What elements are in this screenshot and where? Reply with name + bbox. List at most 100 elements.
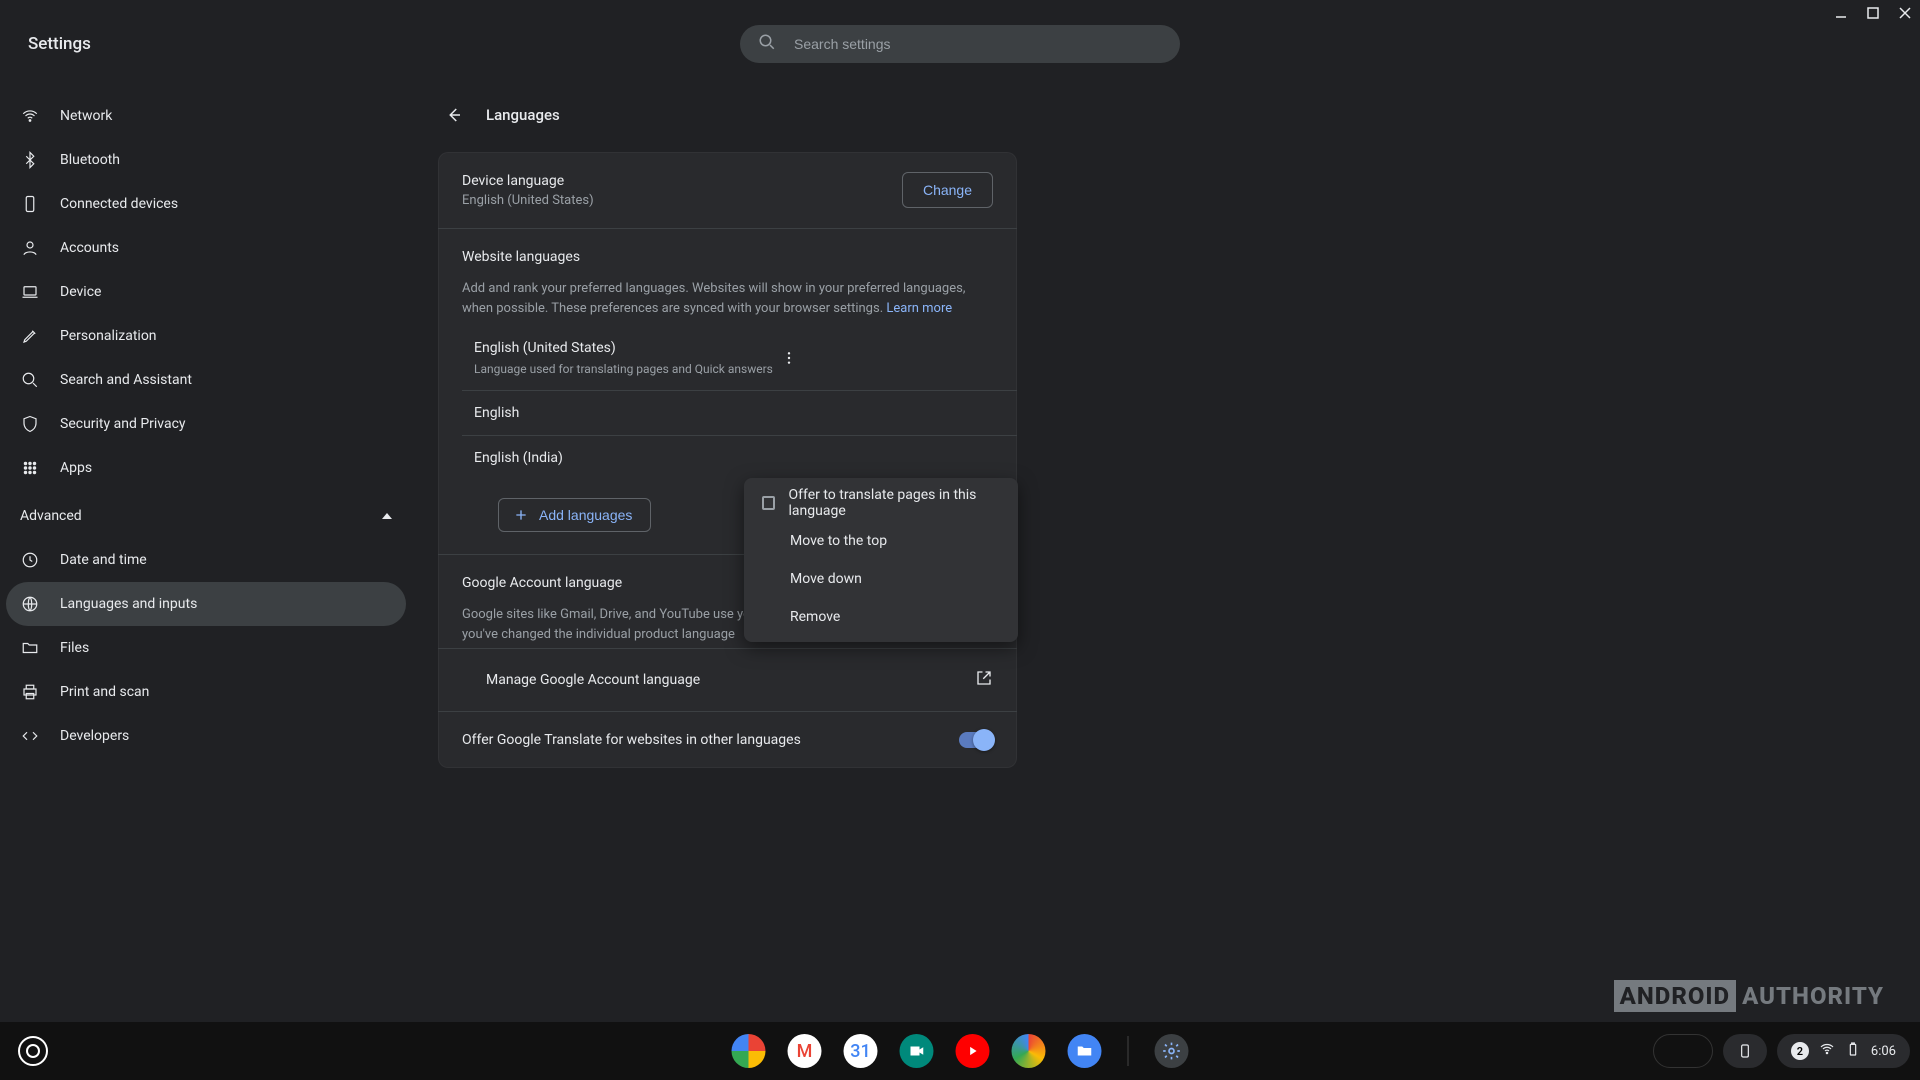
website-languages-title: Website languages [462, 249, 993, 265]
sidebar-item-label: Apps [60, 460, 92, 476]
laptop-icon [20, 282, 40, 302]
sidebar-item-label: Security and Privacy [60, 416, 186, 432]
sidebar-item-label: Device [60, 284, 101, 300]
sidebar-item-date-time[interactable]: Date and time [6, 538, 406, 582]
sidebar-item-security[interactable]: Security and Privacy [6, 402, 406, 446]
search-input[interactable] [792, 35, 1162, 53]
language-name: English (India) [474, 450, 563, 466]
menu-item-remove[interactable]: Remove [744, 598, 1018, 636]
sidebar-item-search-assistant[interactable]: Search and Assistant [6, 358, 406, 402]
shelf-separator [1128, 1036, 1129, 1066]
photos-app[interactable] [1012, 1034, 1046, 1068]
sidebar-item-label: Accounts [60, 240, 119, 256]
meet-app[interactable] [900, 1034, 934, 1068]
external-link-icon [975, 669, 993, 691]
learn-more-link[interactable]: Learn more [886, 301, 952, 316]
notification-badge: 2 [1791, 1042, 1809, 1060]
website-languages-desc: Add and rank your preferred languages. W… [462, 279, 993, 318]
menu-item-offer-translate[interactable]: Offer to translate pages in this languag… [744, 484, 1018, 522]
youtube-app[interactable] [956, 1034, 990, 1068]
phone-icon [20, 194, 40, 214]
sidebar-item-print-scan[interactable]: Print and scan [6, 670, 406, 714]
menu-item-label: Remove [790, 609, 840, 625]
bluetooth-icon [20, 150, 40, 170]
offer-translate-toggle[interactable] [959, 732, 993, 748]
person-icon [20, 238, 40, 258]
sidebar-item-label: Print and scan [60, 684, 149, 700]
grid-icon [20, 458, 40, 478]
printer-icon [20, 682, 40, 702]
sidebar-item-label: Date and time [60, 552, 147, 568]
sidebar-item-bluetooth[interactable]: Bluetooth [6, 138, 406, 182]
search-icon [758, 33, 776, 55]
sidebar-item-label: Personalization [60, 328, 157, 344]
sidebar-item-developers[interactable]: Developers [6, 714, 406, 758]
sidebar-item-label: Bluetooth [60, 152, 120, 168]
language-name: English [474, 405, 519, 421]
menu-item-move-down[interactable]: Move down [744, 560, 1018, 598]
offer-translate-label: Offer Google Translate for websites in o… [462, 732, 801, 748]
app-title: Settings [28, 34, 91, 54]
watermark: ANDROIDAUTHORITY [1614, 982, 1884, 1010]
sidebar-item-label: Network [60, 108, 112, 124]
checkbox-icon [762, 496, 775, 510]
page-title: Languages [486, 106, 560, 124]
language-more-button[interactable] [773, 342, 805, 374]
sidebar-item-label: Languages and inputs [60, 596, 197, 612]
sidebar-item-label: Connected devices [60, 196, 178, 212]
language-subtitle: Language used for translating pages and … [474, 362, 773, 376]
system-tray: 2 6:06 [1653, 1034, 1910, 1068]
search-icon [20, 370, 40, 390]
back-button[interactable] [436, 97, 472, 133]
sidebar-item-personalization[interactable]: Personalization [6, 314, 406, 358]
sidebar-item-connected-devices[interactable]: Connected devices [6, 182, 406, 226]
launcher-button[interactable] [18, 1036, 48, 1066]
menu-item-label: Offer to translate pages in this languag… [789, 487, 1000, 519]
advanced-label: Advanced [20, 508, 82, 524]
menu-item-label: Move down [790, 571, 862, 587]
shelf-apps: M 31 [732, 1034, 1189, 1068]
sidebar-item-device[interactable]: Device [6, 270, 406, 314]
offer-translate-row: Offer Google Translate for websites in o… [438, 711, 1017, 768]
tray-preview[interactable] [1653, 1034, 1713, 1068]
sidebar-item-label: Search and Assistant [60, 372, 192, 388]
device-language-value: English (United States) [462, 193, 594, 208]
sidebar: Network Bluetooth Connected devices Acco… [0, 88, 420, 1022]
sidebar-item-languages[interactable]: Languages and inputs [6, 582, 406, 626]
wifi-icon [20, 106, 40, 126]
code-icon [20, 726, 40, 746]
manage-google-language-row[interactable]: Manage Google Account language [438, 648, 1017, 711]
add-languages-label: Add languages [539, 507, 632, 523]
clock-icon [20, 550, 40, 570]
pencil-icon [20, 326, 40, 346]
menu-item-label: Move to the top [790, 533, 887, 549]
language-row: English [462, 391, 1017, 436]
menu-item-move-top[interactable]: Move to the top [744, 522, 1018, 560]
clock: 6:06 [1871, 1044, 1896, 1059]
sidebar-item-accounts[interactable]: Accounts [6, 226, 406, 270]
globe-icon [20, 594, 40, 614]
search-box[interactable] [740, 25, 1180, 63]
shield-icon [20, 414, 40, 434]
sidebar-item-label: Developers [60, 728, 129, 744]
chrome-app[interactable] [732, 1034, 766, 1068]
tray-status[interactable]: 2 6:06 [1777, 1034, 1910, 1068]
gmail-app[interactable]: M [788, 1034, 822, 1068]
tray-phone[interactable] [1723, 1034, 1767, 1068]
add-languages-button[interactable]: Add languages [498, 498, 651, 532]
sidebar-item-files[interactable]: Files [6, 626, 406, 670]
calendar-app[interactable]: 31 [844, 1034, 878, 1068]
sidebar-item-apps[interactable]: Apps [6, 446, 406, 490]
wifi-icon [1819, 1041, 1835, 1061]
settings-app[interactable] [1155, 1034, 1189, 1068]
advanced-toggle[interactable]: Advanced [6, 494, 406, 538]
change-language-button[interactable]: Change [902, 172, 993, 208]
language-context-menu: Offer to translate pages in this languag… [744, 478, 1018, 642]
folder-icon [20, 638, 40, 658]
files-app[interactable] [1068, 1034, 1102, 1068]
sidebar-item-network[interactable]: Network [6, 94, 406, 138]
language-row: English (India) [462, 436, 1017, 480]
sidebar-item-label: Files [60, 640, 89, 656]
manage-google-language-label: Manage Google Account language [486, 672, 700, 688]
top-bar: Settings [0, 0, 1920, 88]
